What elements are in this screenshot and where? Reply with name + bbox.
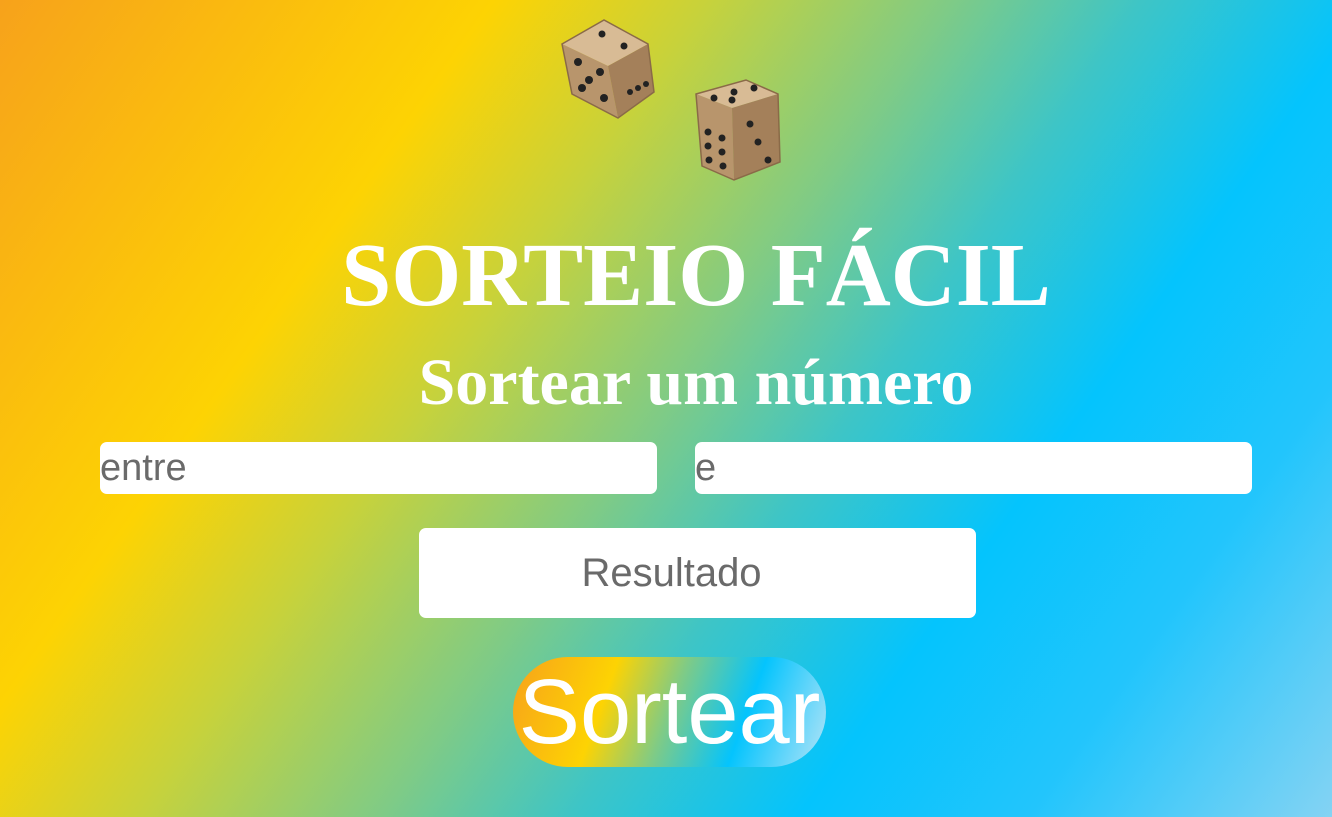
result-label: Resultado [581, 551, 762, 595]
page-subtitle: Sortear um número [418, 346, 974, 419]
to-number-input[interactable] [695, 442, 1252, 494]
result-display: Resultado [419, 528, 976, 618]
die-right-icon [695, 79, 781, 181]
page-title: SORTEIO FÁCIL [341, 226, 1051, 325]
draw-button[interactable]: Sortear [513, 657, 826, 767]
dice-image [540, 10, 800, 181]
die-left-icon [561, 19, 655, 119]
from-number-input[interactable] [100, 442, 657, 494]
